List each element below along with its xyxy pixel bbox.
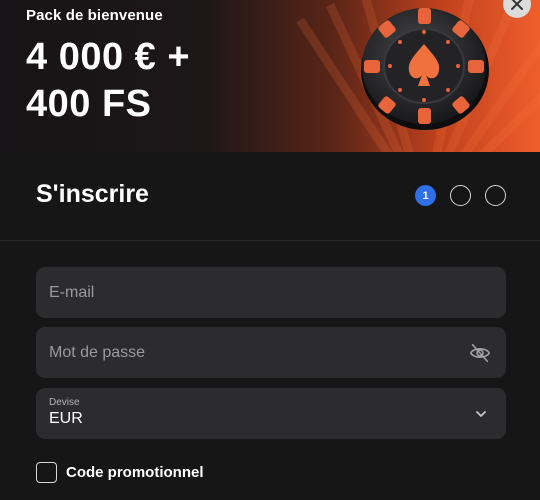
password-field-container [36, 327, 506, 378]
close-icon [511, 0, 523, 10]
promo-code-toggle[interactable]: Code promotionnel [36, 462, 204, 483]
email-field[interactable] [36, 267, 506, 318]
step-indicator-3 [485, 185, 506, 206]
currency-value: EUR [49, 410, 83, 427]
password-field[interactable] [36, 327, 506, 378]
banner-title-line2: 400 FS [26, 83, 152, 125]
banner-title-line1: 4 000 € + [26, 36, 191, 78]
banner-subtitle: Pack de bienvenue [26, 7, 163, 24]
signup-title: S'inscrire [36, 180, 149, 208]
currency-label: Devise [49, 397, 80, 408]
currency-select[interactable]: Devise EUR [36, 388, 506, 439]
welcome-banner: Pack de bienvenue 4 000 € + 400 FS [0, 0, 540, 152]
signup-panel: S'inscrire 1 Devise EUR Code promotionne… [0, 152, 540, 500]
chevron-down-icon [476, 411, 486, 417]
eye-off-icon[interactable] [469, 342, 491, 364]
poker-chip-icon [361, 8, 489, 130]
step-indicator-1: 1 [415, 185, 436, 206]
promo-code-checkbox[interactable] [36, 462, 57, 483]
email-field-container [36, 267, 506, 318]
promo-code-label: Code promotionnel [66, 464, 204, 481]
step-indicator-2 [450, 185, 471, 206]
header-divider [0, 240, 540, 241]
